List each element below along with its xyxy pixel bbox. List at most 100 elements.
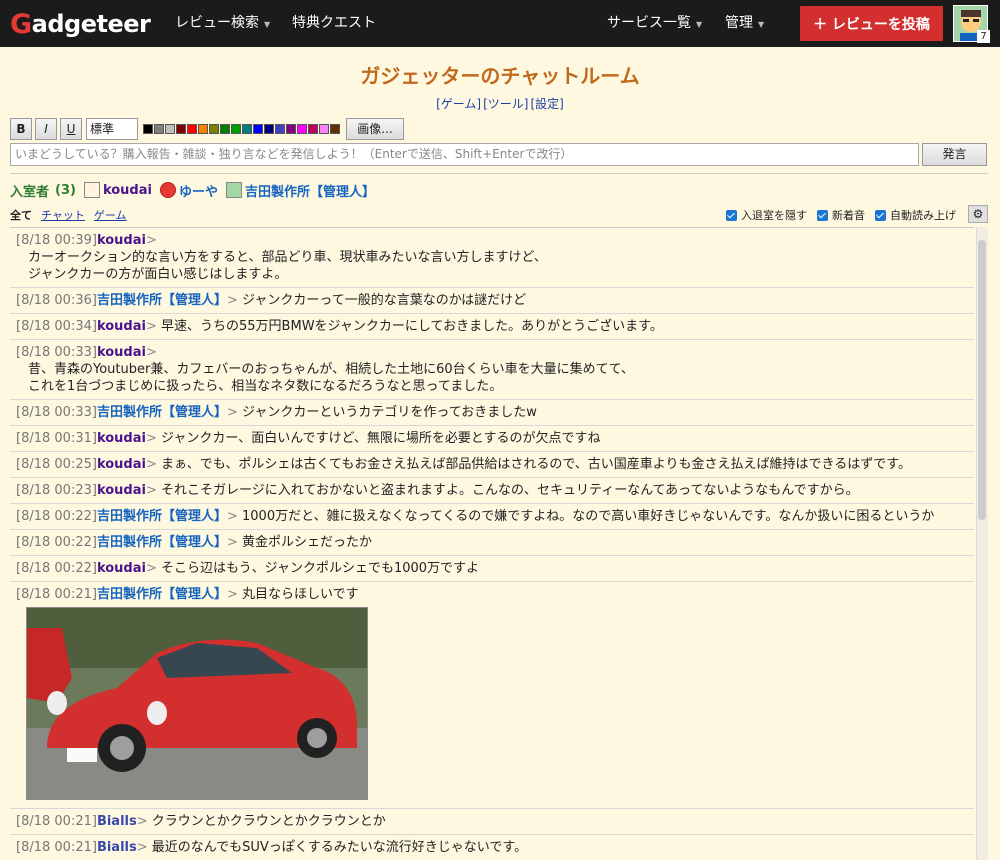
color-swatch[interactable] [231,124,241,134]
option-auto-read[interactable]: 自動読み上げ [875,207,956,223]
checkbox-icon[interactable] [726,209,737,221]
divider [10,173,988,174]
filter-game[interactable]: ゲーム [94,207,127,223]
color-swatch[interactable] [154,124,164,134]
color-swatch[interactable] [297,124,307,134]
author-name[interactable]: 吉田製作所【管理人】 [97,509,227,524]
notification-count: 7 [977,30,990,43]
link-settings[interactable]: [設定] [531,97,564,111]
nav-review-search[interactable]: レビュー検索 ▼ [175,0,270,47]
chat-message: [8/18 00:23]koudai> それこそガレージに入れておかないと盗まれ… [10,478,974,504]
color-swatch[interactable] [319,124,329,134]
timestamp: [8/18 00:21] [16,587,97,602]
color-swatch[interactable] [165,124,175,134]
checkbox-icon[interactable] [875,209,886,221]
image-upload-button[interactable]: 画像... [346,118,404,140]
message-text: カーオークション的な言い方をすると、部品どり車、現状車みたいな言い方しますけど、 [28,250,547,265]
author-name[interactable]: koudai [97,345,146,360]
author-name[interactable]: koudai [97,561,146,576]
member-admin[interactable]: 吉田製作所【管理人】 [226,181,375,200]
member-koudai[interactable]: koudai [83,182,152,198]
timestamp: [8/18 00:33] [16,345,97,360]
message-text: 最近のなんでもSUVっぽくするみたいな流行好きじゃないです。 [151,840,528,855]
author-name[interactable]: 吉田製作所【管理人】 [97,535,227,550]
separator: > [226,509,238,524]
author-name[interactable]: koudai [97,457,146,472]
nav-admin[interactable]: 管理 ▼ [725,0,764,47]
timestamp: [8/18 00:21] [16,840,97,855]
author-name[interactable]: koudai [97,319,146,334]
separator: > [145,345,157,360]
author-name[interactable]: Bialls [97,814,137,829]
timestamp: [8/18 00:23] [16,483,97,498]
message-text: 1000万だと、雑に扱えなくなってくるので嫌ですよね。なので高い車好きじゃないん… [242,509,935,524]
option-new-sound[interactable]: 新着音 [817,207,865,223]
checkbox-icon[interactable] [817,209,828,221]
link-tools[interactable]: [ツール] [483,97,528,111]
attached-car-photo[interactable] [26,607,368,800]
chat-message: [8/18 00:21]Bialls> 最近のなんでもSUVっぽくするみたいな流… [10,835,974,860]
link-game[interactable]: [ゲーム] [436,97,481,111]
timestamp: [8/18 00:33] [16,405,97,420]
author-name[interactable]: koudai [97,431,146,446]
member-list: 入室者 (3) koudai ゆーや 吉田製作所【管理人】 [10,180,375,200]
message-text: これを1台づつまじめに扱ったら、相当なネタ数になるだろうなと思ってました。 [28,379,503,394]
apple-icon [159,182,176,198]
logo-g: G [10,8,32,40]
message-input[interactable]: いまどうしている？購入報告・雑談・独り言などを発信しよう！（Enterで送信、S… [10,143,919,166]
separator: > [145,233,157,248]
option-hide-entry[interactable]: 入退室を隠す [726,207,807,223]
bold-button[interactable]: B [10,118,32,140]
top-navbar: Gadgeteer レビュー検索 ▼ 特典クエスト サービス一覧 ▼ 管理 ▼ ＋ レ… [0,0,1000,47]
filter-all[interactable]: 全て [10,207,32,223]
color-swatch[interactable] [143,124,153,134]
separator: > [226,587,238,602]
color-swatch[interactable] [308,124,318,134]
color-swatch[interactable] [209,124,219,134]
chevron-down-icon: ▼ [758,20,765,29]
member-yuya[interactable]: ゆーや [159,181,218,200]
author-name[interactable]: Bialls [97,840,137,855]
nav-services[interactable]: サービス一覧 ▼ [607,0,702,47]
chat-message: [8/18 00:33]吉田製作所【管理人】> ジャンクカーというカテゴリを作っ… [10,400,974,426]
font-size-select[interactable]: 標準 [86,118,138,140]
room-links: [ゲーム] [ツール] [設定] [0,95,1000,112]
color-swatch[interactable] [198,124,208,134]
scrollbar-thumb[interactable] [978,240,986,520]
send-button[interactable]: 発言 [922,143,987,166]
color-swatch[interactable] [253,124,263,134]
timestamp: [8/18 00:22] [16,509,97,524]
chevron-down-icon: ▼ [696,20,703,29]
author-name[interactable]: koudai [97,483,146,498]
color-swatch[interactable] [286,124,296,134]
timestamp: [8/18 00:21] [16,814,97,829]
message-text: 早速、うちの55万円BMWをジャンクカーにしておきました。ありがとうございます。 [161,319,663,334]
chat-message: [8/18 00:21]吉田製作所【管理人】> 丸目ならほしいです [10,582,974,809]
filter-chat[interactable]: チャット [41,207,85,223]
color-swatch[interactable] [187,124,197,134]
message-text: ジャンクカーって一般的な言葉なのかは謎だけど [242,293,527,308]
author-name[interactable]: 吉田製作所【管理人】 [97,587,227,602]
separator: > [226,405,238,420]
chat-message: [8/18 00:33]koudai> 昔、青森のYoutuber兼、カフェバーの… [10,340,974,400]
nav-bonus-quest[interactable]: 特典クエスト [292,0,376,47]
chat-message: [8/18 00:22]吉田製作所【管理人】> 1000万だと、雑に扱えなくなっ… [10,504,974,530]
author-name[interactable]: koudai [97,233,146,248]
color-swatch[interactable] [330,124,340,134]
italic-button[interactable]: I [35,118,57,140]
color-swatch[interactable] [264,124,274,134]
gear-icon[interactable]: ⚙ [968,205,988,223]
color-swatch[interactable] [242,124,252,134]
members-label: 入室者 [10,184,50,200]
author-name[interactable]: 吉田製作所【管理人】 [97,405,227,420]
color-swatch[interactable] [275,124,285,134]
separator: > [145,319,157,334]
gadgeteer-logo[interactable]: Gadgeteer [10,8,151,40]
color-swatch[interactable] [220,124,230,134]
author-name[interactable]: 吉田製作所【管理人】 [97,293,227,308]
color-swatch[interactable] [176,124,186,134]
post-review-button[interactable]: ＋ レビューを投稿 [800,6,943,41]
separator: > [145,561,157,576]
separator: > [226,535,238,550]
underline-button[interactable]: U [60,118,82,140]
